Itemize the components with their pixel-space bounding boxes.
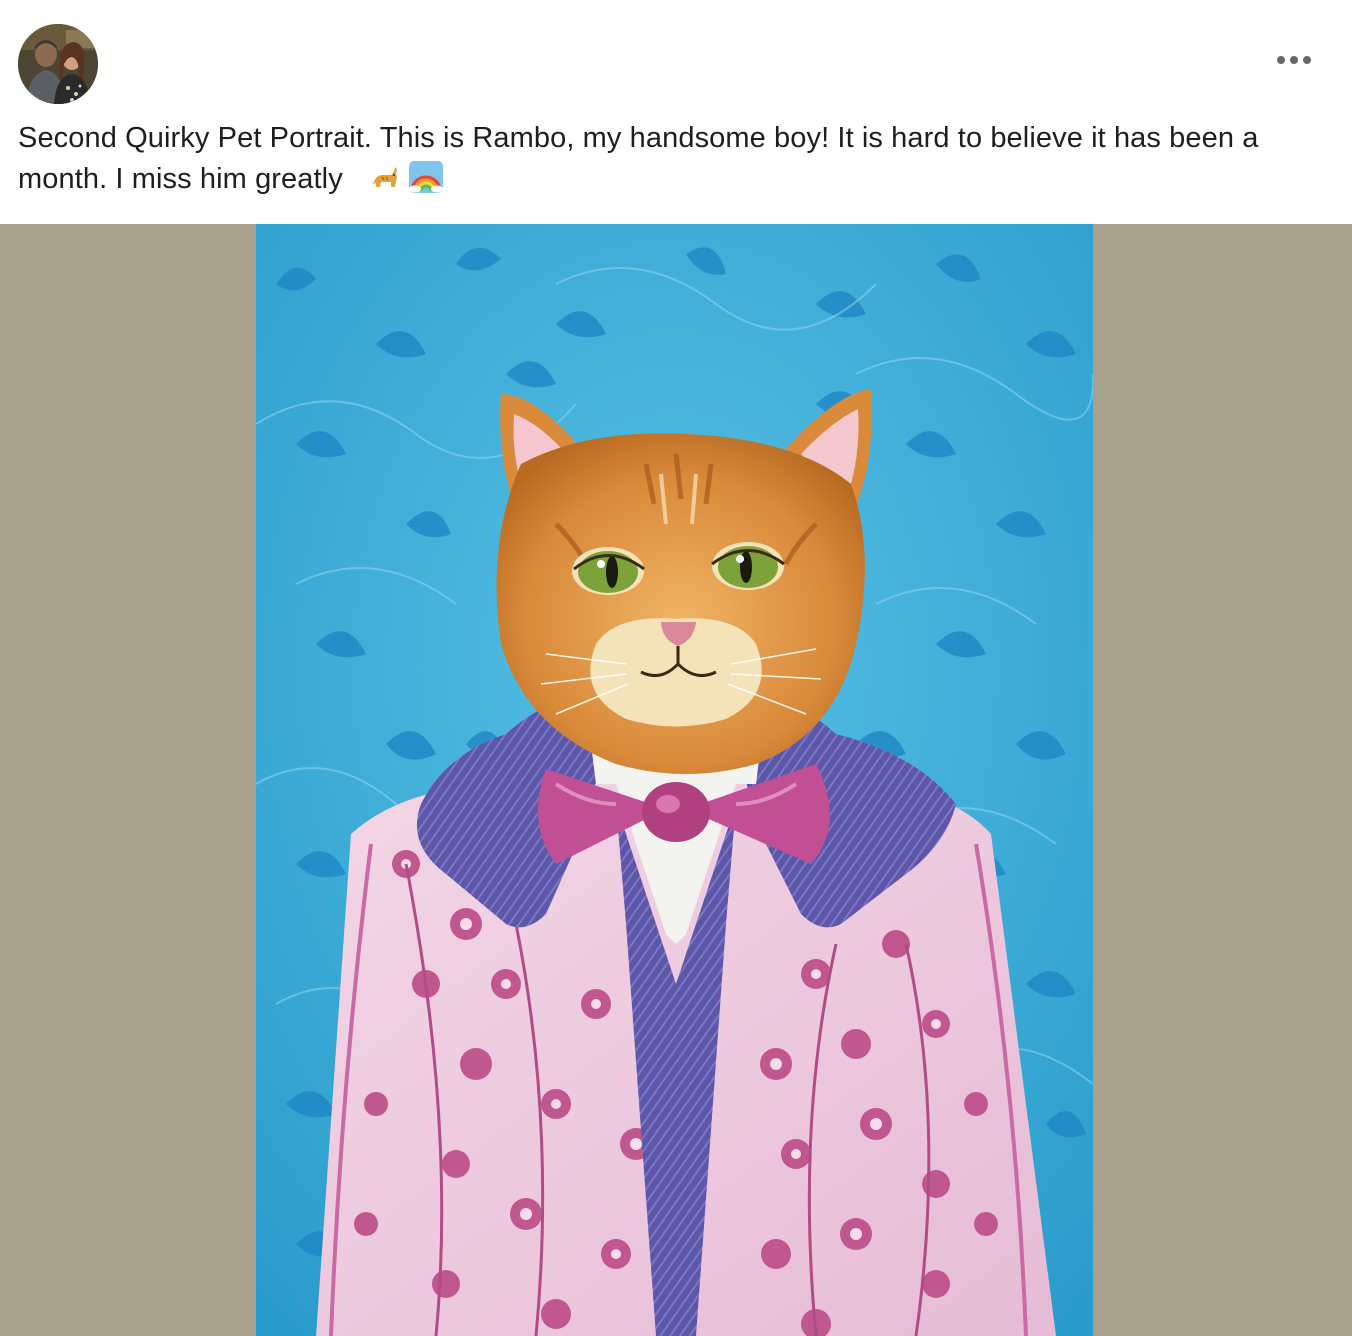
more-horizontal-icon xyxy=(1277,56,1311,64)
cat-portrait-painting xyxy=(256,224,1093,1336)
author-avatar[interactable] xyxy=(18,24,98,104)
more-options-button[interactable] xyxy=(1268,42,1320,78)
caption-text: Second Quirky Pet Portrait. This is Ramb… xyxy=(18,122,1259,195)
rainbow-emoji-icon xyxy=(409,161,444,205)
post-media[interactable] xyxy=(0,224,1352,1336)
post-caption: Second Quirky Pet Portrait. This is Ramb… xyxy=(18,118,1334,205)
post-card: Second Quirky Pet Portrait. This is Ramb… xyxy=(0,0,1352,1336)
painting-artwork xyxy=(256,224,1093,1336)
post-header: Second Quirky Pet Portrait. This is Ramb… xyxy=(0,0,1352,195)
avatar-photo xyxy=(18,24,98,104)
cat-emoji-icon xyxy=(369,163,399,205)
